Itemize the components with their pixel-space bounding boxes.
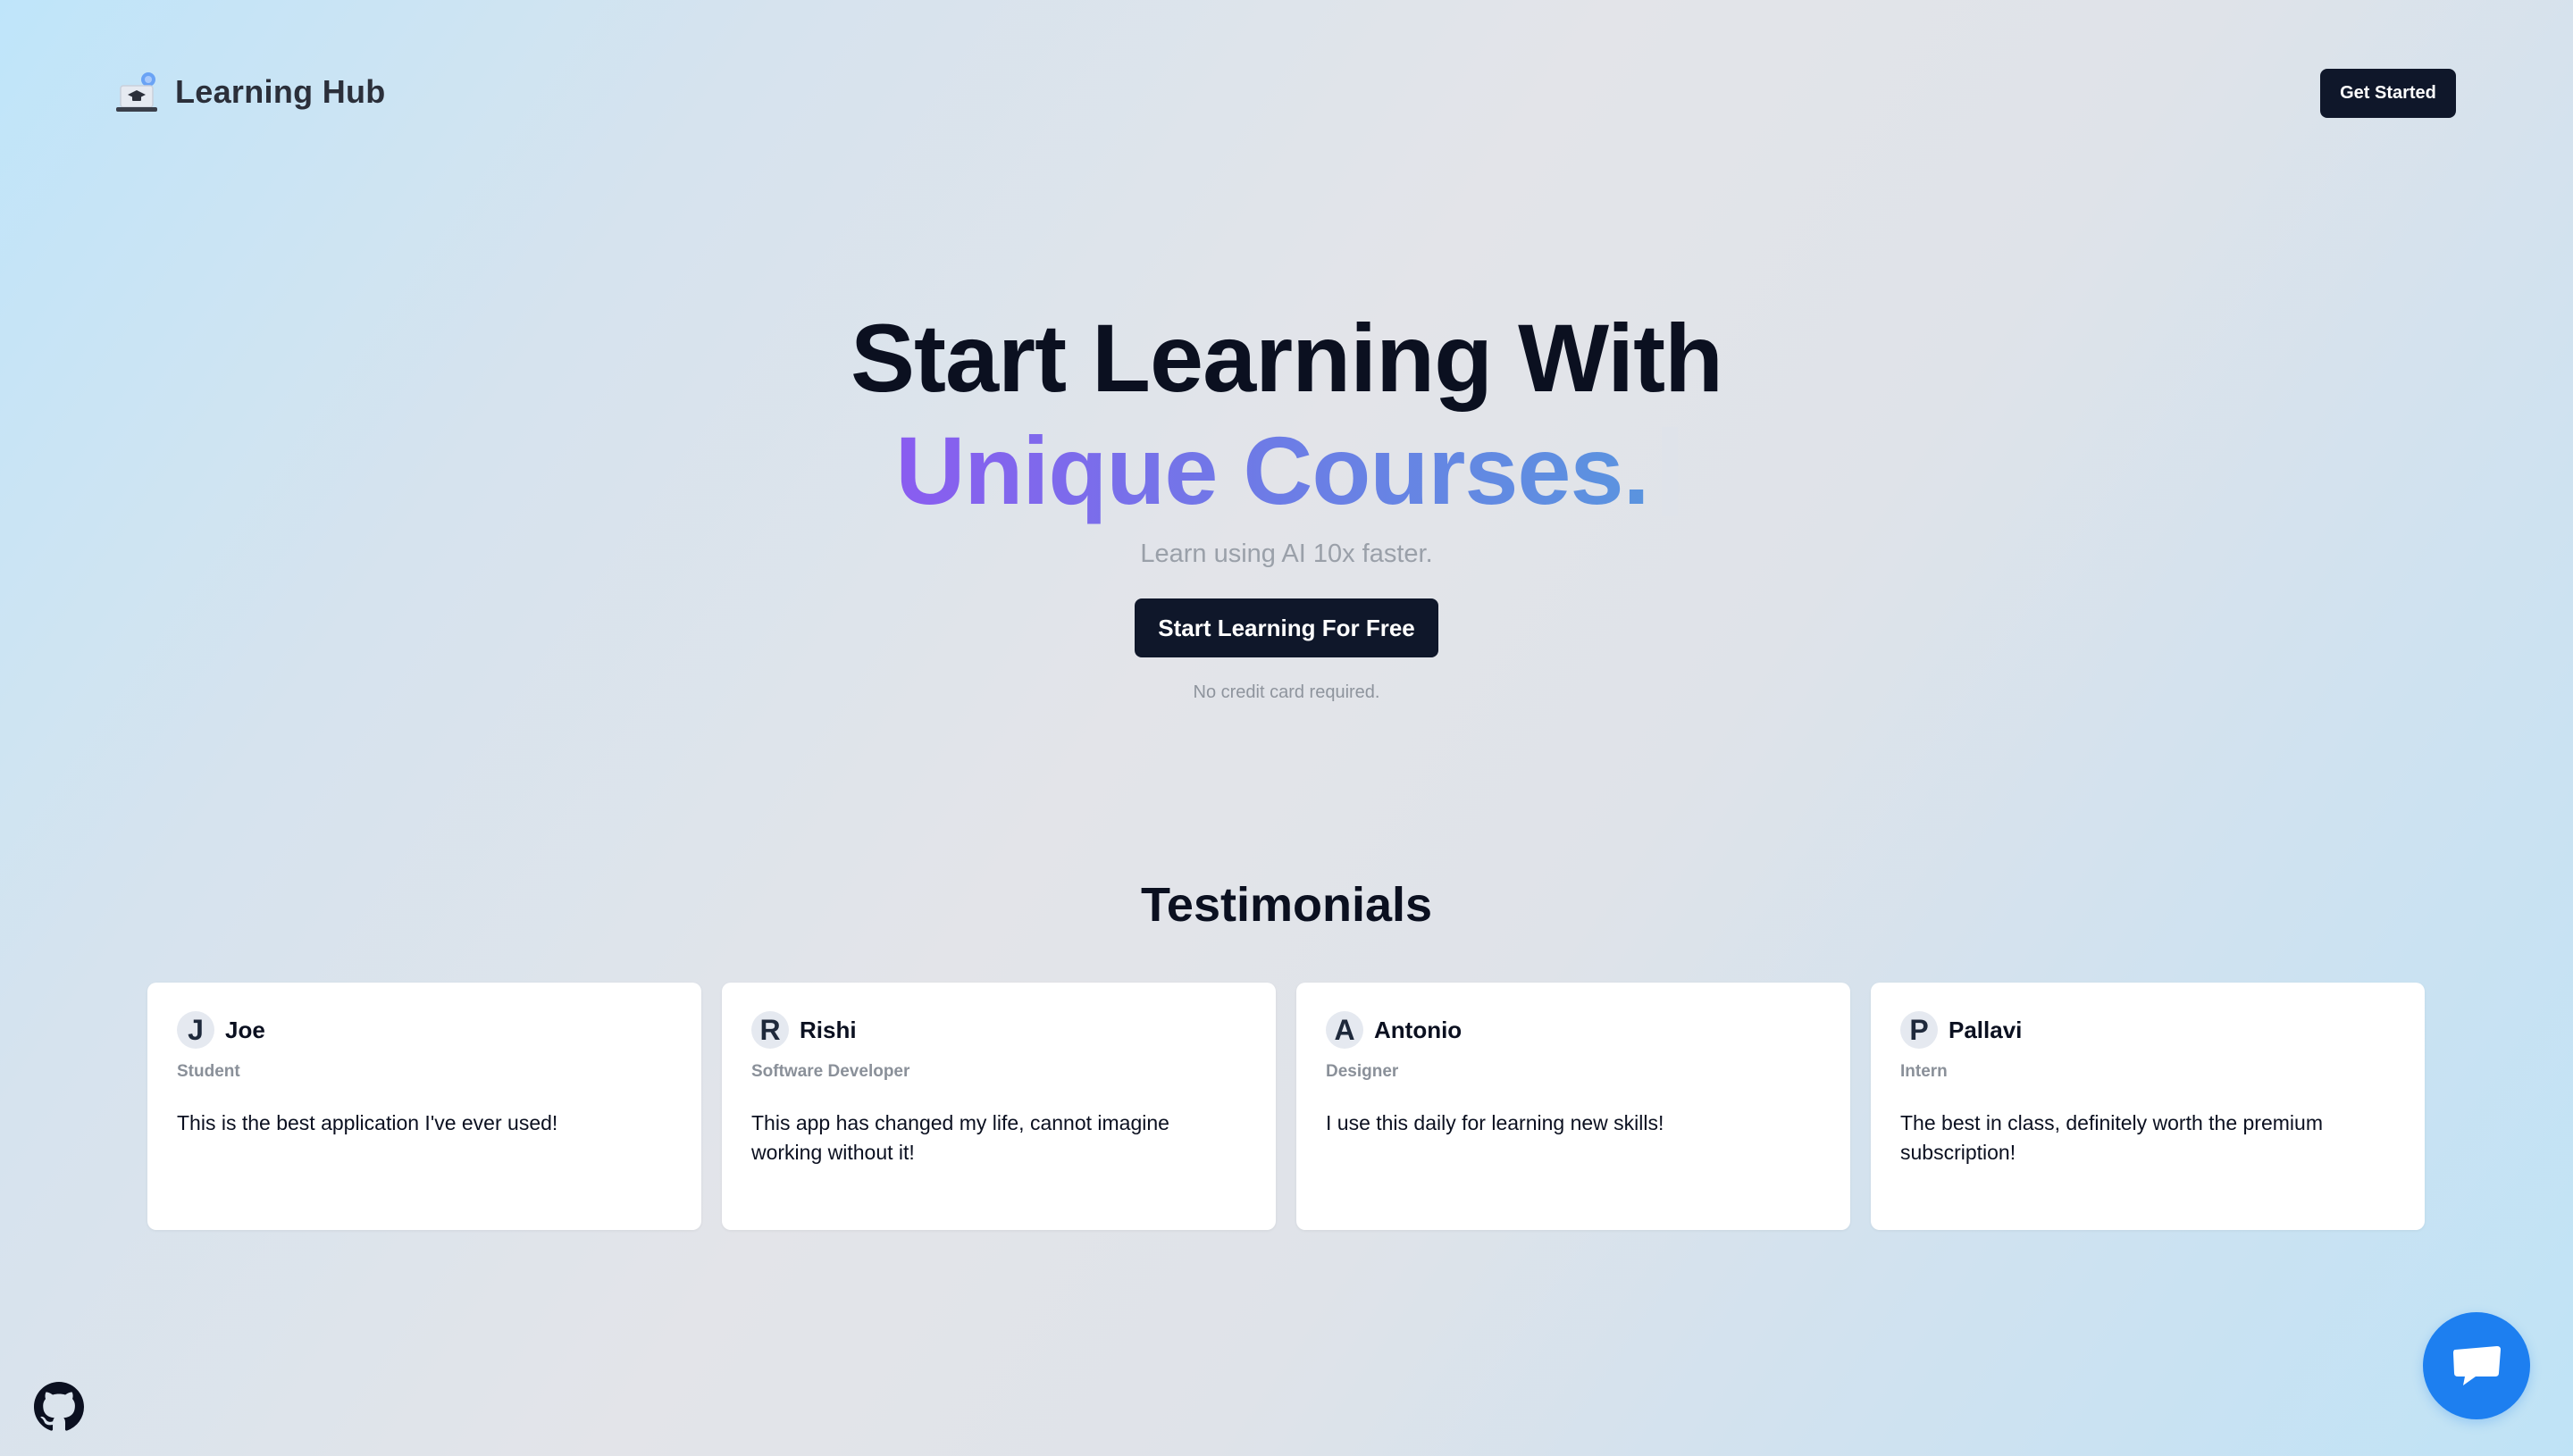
testimonial-name: Antonio — [1374, 1016, 1463, 1043]
get-started-button[interactable]: Get Started — [2320, 69, 2456, 118]
avatar: P — [1900, 1011, 1938, 1049]
testimonial-name: Rishi — [800, 1016, 857, 1043]
github-icon[interactable] — [34, 1382, 84, 1432]
testimonial-name: Joe — [225, 1016, 265, 1043]
typing-cursor — [1661, 427, 1678, 516]
avatar: J — [177, 1011, 214, 1049]
testimonial-header: A Antonio — [1326, 1011, 1821, 1049]
testimonial-header: J Joe — [177, 1011, 672, 1049]
brand-name: Learning Hub — [175, 73, 386, 110]
testimonial-role: Designer — [1326, 1062, 1399, 1081]
chat-icon — [2453, 1346, 2501, 1385]
testimonial-role: Student — [177, 1062, 240, 1081]
testimonial-card: J Joe Student This is the best applicati… — [147, 983, 701, 1230]
laptop-graduation-cap-icon — [114, 70, 161, 114]
hero-title-highlight: Unique Courses. — [895, 416, 1649, 524]
testimonial-text: The best in class, definitely worth the … — [1900, 1111, 2323, 1164]
start-learning-button[interactable]: Start Learning For Free — [1135, 598, 1438, 657]
testimonial-text: This app has changed my life, cannot ima… — [751, 1111, 1169, 1164]
testimonials-list: J Joe Student This is the best applicati… — [147, 983, 2426, 1230]
testimonial-header: R Rishi — [751, 1011, 1246, 1049]
hero-subtitle: Learn using AI 10x faster. — [1140, 540, 1433, 568]
testimonial-header: P Pallavi — [1900, 1011, 2395, 1049]
testimonials-title: Testimonials — [1140, 878, 1433, 932]
hero-title-line1: Start Learning With — [850, 304, 1723, 412]
avatar: R — [751, 1011, 789, 1049]
cta-note: No credit card required. — [1193, 682, 1380, 702]
testimonial-text: I use this daily for learning new skills… — [1326, 1111, 1664, 1134]
brand[interactable]: Learning Hub — [114, 70, 386, 114]
chat-button[interactable] — [2423, 1312, 2530, 1419]
testimonial-text: This is the best application I've ever u… — [177, 1111, 558, 1134]
testimonial-role: Software Developer — [751, 1062, 910, 1081]
testimonial-card: P Pallavi Intern The best in class, defi… — [1871, 983, 2425, 1230]
hero-title-line2: Unique Courses. — [0, 413, 2573, 529]
testimonial-card: R Rishi Software Developer This app has … — [722, 983, 1276, 1230]
testimonial-name: Pallavi — [1949, 1016, 2023, 1043]
testimonial-card: A Antonio Designer I use this daily for … — [1296, 983, 1850, 1230]
testimonial-role: Intern — [1900, 1062, 1948, 1081]
avatar: A — [1326, 1011, 1363, 1049]
